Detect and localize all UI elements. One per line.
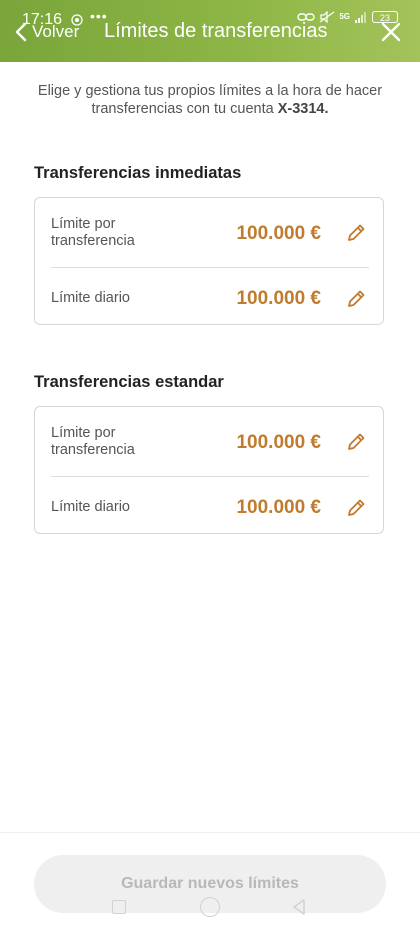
limit-label: Límite diario bbox=[51, 499, 130, 515]
limit-row-per-transfer: Límite por transferencia 100.000 € bbox=[51, 411, 369, 475]
back-button[interactable]: Volver bbox=[14, 20, 79, 44]
limit-row-daily: Límite diario 100.000 € bbox=[51, 477, 369, 541]
app-header: 17:16 ••• 5G 23 Volver Límites de transf… bbox=[0, 0, 420, 62]
pencil-icon[interactable] bbox=[345, 222, 367, 244]
limit-row-per-transfer: Límite por transferencia 100.000 € bbox=[51, 202, 369, 266]
limit-value: 100.000 € bbox=[236, 497, 321, 518]
account-number: X-3314. bbox=[277, 101, 329, 117]
limit-label: Límite por transferencia bbox=[51, 425, 135, 458]
signal-icon bbox=[355, 12, 366, 23]
section-title-standard: Transferencias estandar bbox=[34, 373, 224, 391]
limit-label: Límite por transferencia bbox=[51, 216, 135, 249]
intro-description: Elige y gestiona tus propios límites a l… bbox=[37, 83, 383, 117]
system-nav-bar bbox=[0, 894, 420, 922]
page-title: Límites de transferencias bbox=[104, 20, 328, 42]
limit-value: 100.000 € bbox=[236, 432, 321, 453]
pencil-icon[interactable] bbox=[345, 497, 367, 519]
limit-label: Límite diario bbox=[51, 290, 130, 306]
intro-text: Elige y gestiona tus propios límites a l… bbox=[30, 82, 390, 118]
limit-value: 100.000 € bbox=[236, 223, 321, 244]
limits-card-standard: Límite por transferencia 100.000 € Límit… bbox=[34, 406, 384, 534]
recents-icon[interactable] bbox=[112, 900, 126, 914]
back-triangle-icon[interactable] bbox=[290, 898, 308, 916]
limit-value: 100.000 € bbox=[236, 288, 321, 309]
chevron-left-icon bbox=[15, 22, 27, 42]
pencil-icon[interactable] bbox=[345, 431, 367, 453]
back-label: Volver bbox=[32, 22, 80, 41]
home-icon[interactable] bbox=[200, 897, 220, 917]
network-type: 5G bbox=[339, 12, 350, 21]
section-title-immediate: Transferencias inmediatas bbox=[34, 164, 242, 182]
limit-row-daily: Límite diario 100.000 € bbox=[51, 268, 369, 332]
close-icon[interactable] bbox=[380, 21, 402, 43]
pencil-icon[interactable] bbox=[345, 288, 367, 310]
limits-card-immediate: Límite por transferencia 100.000 € Límit… bbox=[34, 197, 384, 325]
footer-divider bbox=[0, 832, 420, 833]
